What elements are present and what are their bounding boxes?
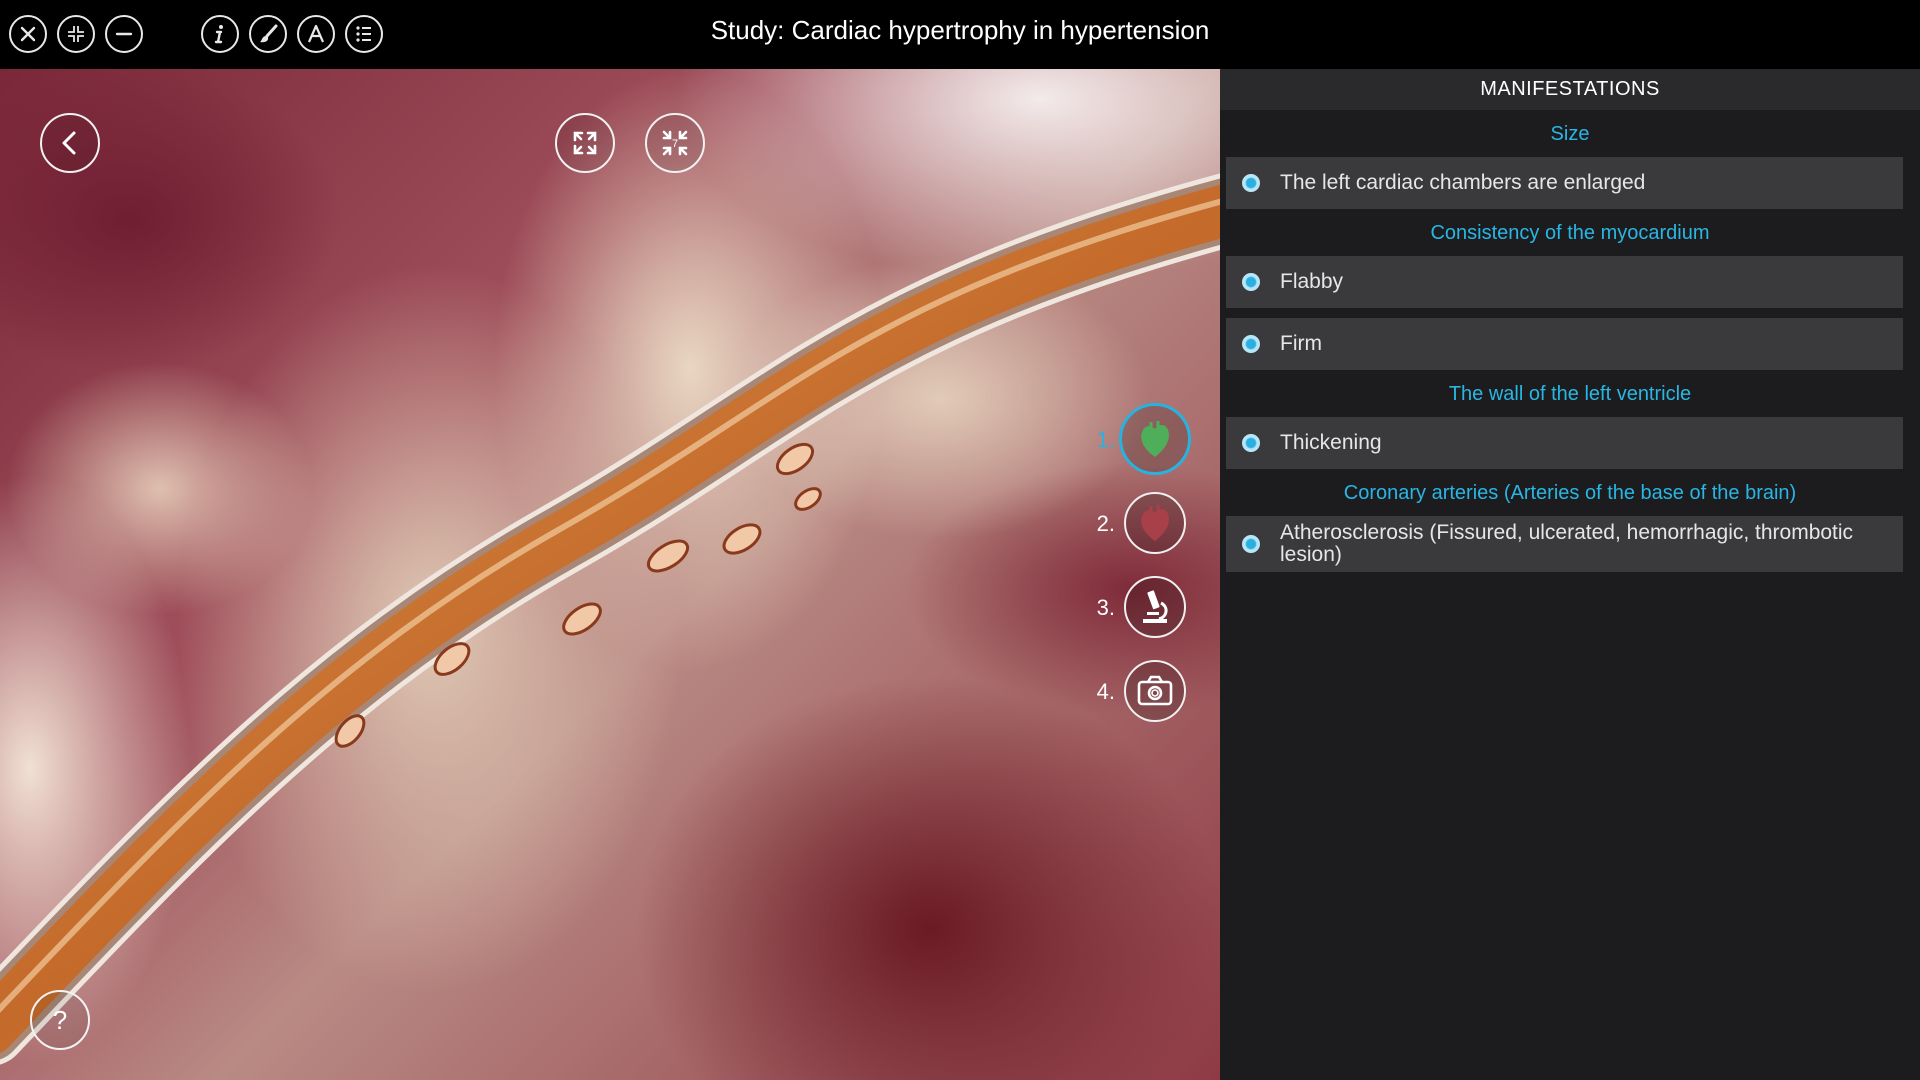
manifestation-item[interactable]: Atherosclerosis (Fissured, ulcerated, he…	[1226, 516, 1903, 572]
fit-view-button[interactable]: 7	[645, 113, 705, 173]
camera-icon	[1137, 675, 1173, 706]
microscope-icon	[1143, 590, 1168, 623]
app-title: Study: Cardiac hypertrophy in hypertensi…	[710, 15, 1210, 45]
step-number: 4.	[1096, 679, 1115, 704]
heart-icon	[1141, 421, 1169, 457]
brush-icon[interactable]	[249, 15, 287, 53]
step-3-microscopy[interactable]: 3.	[1080, 573, 1190, 643]
info-icon[interactable]	[201, 15, 239, 53]
compress-icon[interactable]	[57, 15, 95, 53]
radio-icon	[1242, 174, 1260, 192]
back-button[interactable]	[40, 113, 100, 173]
specimen-viewer[interactable]: 7 ? 1. 2. 3. 4.	[0, 69, 1220, 1080]
chevron-left-icon	[62, 131, 76, 155]
item-label: Flabby	[1280, 270, 1344, 293]
item-label: Thickening	[1280, 431, 1382, 454]
step-number: 3.	[1096, 595, 1115, 620]
fit-view-badge: 7	[672, 138, 678, 150]
step-number: 1.	[1096, 427, 1115, 452]
radio-icon	[1242, 273, 1260, 291]
manifestation-item[interactable]: Flabby	[1226, 256, 1903, 308]
step-4-photo[interactable]: 4.	[1080, 657, 1190, 727]
section-title-left-ventricle-wall: The wall of the left ventricle	[1448, 383, 1692, 405]
step-ring	[1119, 403, 1191, 475]
manifestation-item[interactable]: The left cardiac chambers are enlarged	[1226, 157, 1903, 209]
step-ring	[1124, 492, 1186, 554]
question-icon: ?	[53, 1005, 67, 1035]
svg-text:?: ?	[53, 1005, 67, 1035]
section-title-size: Size	[1550, 123, 1590, 145]
list-icon[interactable]	[345, 15, 383, 53]
item-label: The left cardiac chambers are enlarged	[1280, 171, 1646, 194]
step-1-gross-heart[interactable]: 1.	[1080, 403, 1191, 475]
top-bar: Study: Cardiac hypertrophy in hypertensi…	[0, 0, 1920, 69]
artery-specimen-image	[0, 173, 1220, 1065]
step-ring	[1124, 576, 1186, 638]
help-button[interactable]: ?	[30, 990, 90, 1050]
section-title-consistency: Consistency of the myocardium	[1430, 222, 1710, 244]
step-2-heart[interactable]: 2.	[1080, 489, 1190, 559]
radio-icon	[1242, 434, 1260, 452]
step-number: 2.	[1096, 511, 1115, 536]
expand-icon	[573, 131, 597, 155]
manifestation-item[interactable]: Firm	[1226, 318, 1903, 370]
manifestation-item[interactable]: Thickening	[1226, 417, 1903, 469]
heart-icon	[1141, 505, 1169, 541]
radio-icon	[1242, 535, 1260, 553]
section-title-coronary-arteries: Coronary arteries (Arteries of the base …	[1343, 482, 1797, 504]
fullscreen-button[interactable]	[555, 113, 615, 173]
minimize-icon[interactable]	[105, 15, 143, 53]
close-icon[interactable]	[9, 15, 47, 53]
panel-header: MANIFESTATIONS	[1220, 69, 1920, 110]
manifestations-panel: MANIFESTATIONS Size The left cardiac cha…	[1220, 69, 1920, 1080]
item-label: Atherosclerosis (Fissured, ulcerated, he…	[1280, 521, 1854, 566]
shrink-icon: 7	[662, 130, 688, 156]
radio-icon	[1242, 335, 1260, 353]
step-ring	[1124, 660, 1186, 722]
item-label: Firm	[1280, 332, 1322, 355]
text-icon[interactable]	[297, 15, 335, 53]
